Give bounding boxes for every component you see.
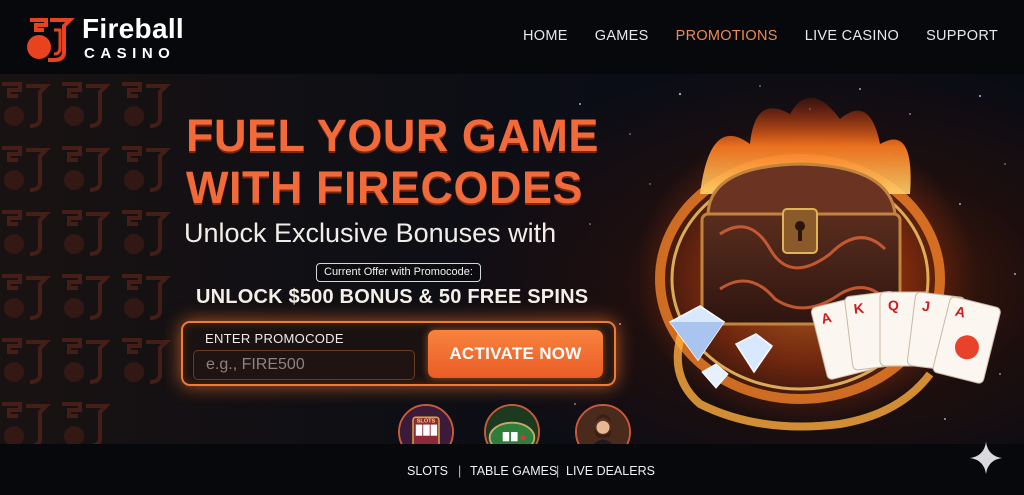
fireball-logo-icon	[27, 18, 75, 62]
main-nav: HOME GAMES PROMOTIONS LIVE CASINO SUPPOR…	[523, 28, 998, 44]
hero-artwork: A K Q J A	[640, 97, 1001, 431]
logo-pattern-background	[0, 82, 168, 444]
headline-line-1: FUEL YOUR GAME	[186, 110, 599, 161]
offer-description: UNLOCK $500 BONUS & 50 FREE SPINS	[196, 286, 589, 308]
nav-home[interactable]: HOME	[523, 28, 568, 44]
hero-subheading: Unlock Exclusive Bonuses with	[184, 218, 557, 248]
promocode-form: ENTER PROMOCODE ACTIVATE NOW	[181, 321, 616, 386]
live-dealer-icon	[577, 406, 629, 444]
hero-headline: FUEL YOUR GAME WITH FIRECODES	[186, 110, 626, 214]
promocode-label: ENTER PROMOCODE	[205, 331, 344, 346]
brand-name: Fireball	[82, 13, 184, 44]
nav-promotions[interactable]: PROMOTIONS	[676, 28, 778, 44]
headline-line-2: WITH FIRECODES	[186, 162, 583, 213]
slots-label[interactable]: SLOTS	[407, 464, 448, 478]
label-separator: |	[556, 464, 560, 478]
svg-text:Q: Q	[888, 297, 899, 313]
category-labels: SLOTS | TABLE GAMES | LIVE DEALERS	[0, 444, 1024, 495]
current-offer-badge: Current Offer with Promocode:	[316, 263, 481, 282]
live-dealers-label[interactable]: LIVE DEALERS	[566, 464, 655, 478]
slots-category-button[interactable]: SLOTS	[398, 404, 454, 444]
table-games-label[interactable]: TABLE GAMES	[470, 464, 557, 478]
brand-subtitle: CASINO	[84, 45, 176, 62]
hero-banner: FUEL YOUR GAME WITH FIRECODES Unlock Exc…	[0, 74, 1024, 444]
sparkle-icon	[970, 442, 1002, 474]
nav-live-casino[interactable]: LIVE CASINO	[805, 28, 899, 44]
svg-text:K: K	[853, 300, 865, 317]
svg-text:SLOTS: SLOTS	[417, 419, 436, 425]
table-games-category-button[interactable]	[484, 404, 540, 444]
nav-games[interactable]: GAMES	[595, 28, 649, 44]
site-header: Fireball CASINO HOME GAMES PROMOTIONS LI…	[0, 0, 1024, 74]
promocode-input[interactable]	[193, 350, 415, 380]
label-separator: |	[458, 464, 462, 478]
card-table-icon	[486, 406, 538, 444]
slot-machine-icon: SLOTS	[400, 406, 452, 444]
activate-now-button[interactable]: ACTIVATE NOW	[428, 330, 603, 378]
nav-support[interactable]: SUPPORT	[926, 28, 998, 44]
brand-logo[interactable]: Fireball CASINO	[24, 12, 204, 64]
